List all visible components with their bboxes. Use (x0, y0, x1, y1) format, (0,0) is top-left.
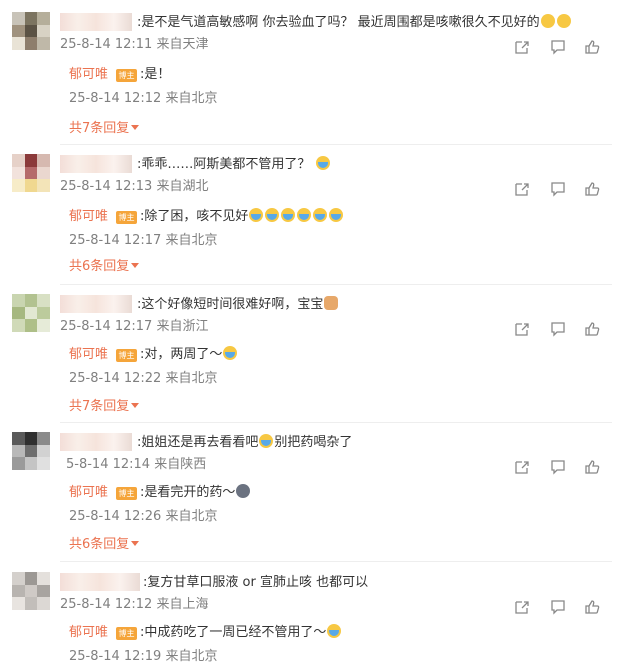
cry-emoji-icon (327, 624, 342, 638)
reply-text: :是看完开的药～ (140, 484, 251, 502)
author-badge: 博主 (116, 627, 137, 640)
face-emoji-icon (236, 484, 251, 498)
reply-meta: 25-8-14 12:22 来自北京 (69, 371, 218, 386)
username-blurred[interactable] (60, 295, 132, 313)
chevron-down-icon (131, 541, 140, 546)
like-icon[interactable] (584, 599, 600, 615)
divider (60, 284, 612, 285)
reply-text: :是！ (140, 67, 171, 82)
like-icon[interactable] (584, 39, 600, 55)
comment-meta: 25-8-14 12:13 来自湖北 (60, 179, 209, 194)
reply-meta: 25-8-14 12:26 来自北京 (69, 509, 218, 524)
like-icon[interactable] (584, 321, 600, 337)
reply-text: :对，两周了～ (140, 346, 238, 364)
comment-meta: 25-8-14 12:12 来自上海 (60, 597, 209, 612)
more-replies-link[interactable]: 共7条回复 (69, 120, 140, 138)
username-blurred[interactable] (60, 573, 140, 591)
face-emoji-icon (556, 14, 571, 28)
chevron-down-icon (131, 403, 140, 408)
cry-emoji-icon (297, 208, 312, 222)
share-icon[interactable] (514, 459, 530, 475)
author-badge: 博主 (116, 211, 137, 224)
divider (60, 144, 612, 145)
reply-text: :除了困，咳不见好 (140, 208, 344, 226)
author-badge: 博主 (116, 349, 137, 362)
cry-emoji-icon (281, 208, 296, 222)
cry-emoji-icon (223, 346, 238, 360)
comment-text: :复方甘草口服液 or 宣肺止咳 也都可以 (143, 575, 369, 590)
avatar[interactable] (12, 294, 50, 332)
cry-emoji-icon (329, 208, 344, 222)
reply-author[interactable]: 郁可唯 (69, 208, 108, 226)
comment-text: :这个好像短时间很难好啊，宝宝 (137, 295, 339, 315)
author-badge: 博主 (116, 69, 137, 82)
reply-text: :中成药吃了一周已经不管用了～ (140, 624, 342, 642)
reply-meta: 25-8-14 12:12 来自北京 (69, 91, 218, 106)
comment-text: :姐姐还是再去看看吧 别把药喝杂了 (137, 434, 353, 450)
comment-text: :是不是气道高敏感啊 你去验血了吗？ 最近周围都是咳嗽很久不见好的 (137, 13, 572, 33)
author-badge: 博主 (116, 487, 137, 500)
username-blurred[interactable] (60, 155, 132, 173)
cry-emoji-icon (265, 208, 280, 222)
reply-meta: 25-8-14 12:19 来自北京 (69, 649, 218, 664)
like-icon[interactable] (584, 459, 600, 475)
dog-emoji-icon (324, 296, 339, 310)
comment-meta: 25-8-14 12:11 来自天津 (60, 37, 209, 52)
chevron-down-icon (131, 125, 140, 130)
more-replies-link[interactable]: 共7条回复 (69, 398, 140, 416)
face-emoji-icon (540, 14, 555, 28)
share-icon[interactable] (514, 321, 530, 337)
avatar[interactable] (12, 432, 50, 470)
avatar[interactable] (12, 154, 50, 192)
comment-icon[interactable] (550, 599, 566, 615)
share-icon[interactable] (514, 181, 530, 197)
comment-meta: 5-8-14 12:14 来自陕西 (66, 457, 207, 472)
comment-text: :乖乖……阿斯美都不管用了？ (137, 155, 331, 175)
comment-icon[interactable] (550, 459, 566, 475)
chevron-down-icon (131, 263, 140, 268)
cry-emoji-icon (315, 156, 330, 170)
like-icon[interactable] (584, 181, 600, 197)
divider (60, 561, 612, 562)
username-blurred[interactable] (60, 433, 132, 451)
avatar[interactable] (12, 12, 50, 50)
cry-emoji-icon (249, 208, 264, 222)
cry-emoji-icon (313, 208, 328, 222)
reply-author[interactable]: 郁可唯 (69, 484, 108, 502)
comment-icon[interactable] (550, 321, 566, 337)
more-replies-link[interactable]: 共6条回复 (69, 536, 140, 554)
more-replies-link[interactable]: 共6条回复 (69, 258, 140, 276)
divider (60, 422, 612, 423)
comment-icon[interactable] (550, 39, 566, 55)
reply-meta: 25-8-14 12:17 来自北京 (69, 233, 218, 248)
share-icon[interactable] (514, 599, 530, 615)
share-icon[interactable] (514, 39, 530, 55)
comment-meta: 25-8-14 12:17 来自浙江 (60, 319, 209, 334)
username-blurred[interactable] (60, 13, 132, 31)
comment-icon[interactable] (550, 181, 566, 197)
reply-author[interactable]: 郁可唯 (69, 624, 108, 642)
avatar[interactable] (12, 572, 50, 610)
reply-author[interactable]: 郁可唯 (69, 66, 108, 84)
reply-author[interactable]: 郁可唯 (69, 346, 108, 364)
cry-emoji-icon (259, 434, 274, 448)
